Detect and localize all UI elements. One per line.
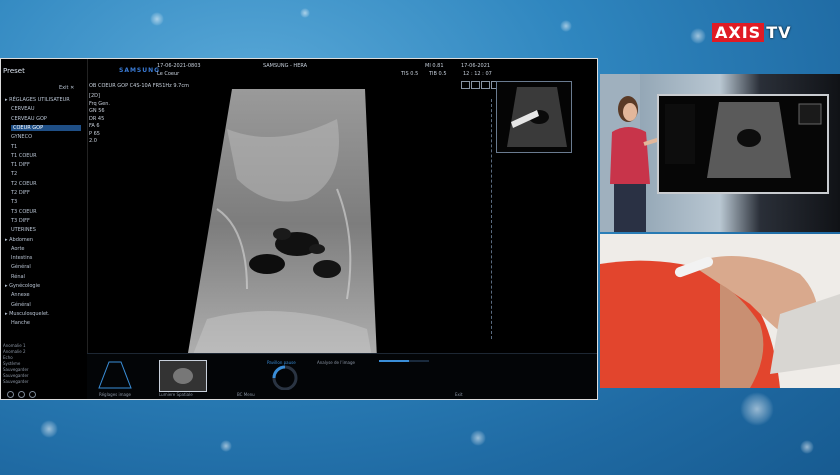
reference-view [496,81,572,153]
preset-item[interactable]: Aorte [11,246,24,252]
protocol-item[interactable]: Sauvegarder [3,373,29,378]
mode-label[interactable]: Lumiere Spatiale [159,392,193,397]
monitor-content [659,96,827,192]
panel-tool-icons [7,391,36,398]
ultrasound-screen: Preset Exit ✕ ▸ RÉGLAGES UTILISATEUR CERV… [0,58,598,400]
current-time: 12 : 12 : 07 [463,71,492,77]
param-line: GN 56 [89,108,105,114]
exit-button[interactable]: Exit ✕ [59,85,74,91]
preset-item[interactable]: T1 COEUR [11,153,37,159]
preset-title: Preset [3,67,25,75]
ultrasound-image [187,89,377,359]
bubble [470,430,486,446]
preset-item[interactable]: T3 DIFF [11,218,30,224]
protocol-item[interactable]: Sauvegarder [3,367,29,372]
probe-label[interactable]: Réglages image [99,392,131,397]
info-icon[interactable] [29,391,36,398]
preset-item[interactable]: T2 [11,171,17,177]
exam-date: 17-06-2021-0803 [157,63,201,69]
cine-progress-fill [379,360,409,362]
bubble [40,420,58,438]
studio-monitor [657,94,829,194]
axis-tv-logo: AXIS TV [712,22,792,42]
preset-item[interactable]: UTERINES [11,227,36,233]
preset-group[interactable]: ▸ Abdomen [5,237,33,243]
image-thumbnail[interactable] [159,360,207,392]
tib-value: TIB 0.5 [429,71,447,77]
layout-icon[interactable] [471,81,480,89]
menu-label[interactable]: BC Menu [237,392,255,397]
preset-item[interactable]: GYNECO [11,134,32,140]
param-line: P 65 [89,130,100,137]
logo-axis: AXIS [712,22,765,42]
bubble [220,440,232,452]
preset-item[interactable]: T1 [11,144,17,150]
param-line: DR 45 [89,115,105,122]
bubble [800,440,814,454]
logo-tv: TV [766,22,792,42]
preset-item[interactable]: Intestins [11,255,32,261]
end-label[interactable]: Exit [455,392,463,397]
preset-panel: Preset Exit ✕ ▸ RÉGLAGES UTILISATEUR CERV… [1,59,88,399]
current-date: 17-06-2021 [461,63,491,69]
protocol-item[interactable]: Anomalie 1 [3,343,26,348]
device-name: SAMSUNG - HERA [263,63,308,69]
param-line: [2D] [89,93,100,99]
patient-scan-scene [600,234,840,388]
toolbar-icons [461,81,500,89]
preset-item[interactable]: Général [11,264,31,270]
protocol-item[interactable]: Anomalie 2 [3,349,26,354]
image-parameters: [2D] Frq Gen. GN 56 DR 45 FA 6 P 65 2.0 [89,93,110,146]
mi-value: MI 0.81 [425,63,444,69]
cine-progress[interactable] [379,360,429,362]
preset-item[interactable]: T3 [11,199,17,205]
exit-label: Exit [59,85,69,91]
bubble [150,12,164,26]
protocol-item[interactable]: Système [3,361,20,366]
preset-item[interactable]: COEUR GOP [11,124,81,131]
probe-preset-thumbnail[interactable] [97,360,133,390]
preset-item[interactable]: T2 DIFF [11,190,30,196]
param-line: FA 6 [89,123,100,129]
dial-control[interactable] [267,362,303,390]
settings-icon[interactable] [18,391,25,398]
patient-scan-video [600,234,840,388]
preset-item[interactable]: Hanche [11,320,30,326]
close-icon: ✕ [70,85,75,91]
preset-item[interactable]: Annexe [11,292,30,298]
probe-settings: OB COEUR GOP C4S-10A FR51Hz 9.7cm [89,83,189,89]
layout-icon[interactable] [481,81,490,89]
preset-group[interactable]: ▸ Gynécologie [5,283,40,289]
tis-value: TIS 0.5 [401,71,419,77]
layout-icon[interactable] [461,81,470,89]
record-icon[interactable] [7,391,14,398]
protocol-item[interactable]: Sauvegarder [3,379,29,384]
protocol-item[interactable]: Echo [3,355,13,360]
review-label: Analyse de l'image [317,360,355,365]
preset-item[interactable]: T2 COEUR [11,181,37,187]
preset-item[interactable]: T1 DIFF [11,162,30,168]
bubble [740,392,774,426]
preset-item[interactable]: Général [11,302,31,308]
param-line: Frq Gen. [89,100,110,107]
param-line: 2.0 [89,138,97,144]
study-name: Le Coeur [157,71,180,77]
bubble [560,20,572,32]
preset-group[interactable]: ▸ RÉGLAGES UTILISATEUR [5,97,70,103]
preset-item[interactable]: CERVEAU [11,106,35,112]
bubble [690,28,706,44]
preset-item[interactable]: Rénal [11,274,25,280]
preset-item[interactable]: T3 COEUR [11,209,37,215]
depth-scale [491,99,494,339]
samsung-logo: SAMSUNG [119,67,161,74]
bubble [300,8,310,18]
preset-group[interactable]: ▸ Musculosquelet. [5,311,50,317]
preset-item[interactable]: CERVEAU GOP [11,116,47,122]
bottom-controls: Pavillon pause Analyse de l'image Réglag… [87,353,597,399]
